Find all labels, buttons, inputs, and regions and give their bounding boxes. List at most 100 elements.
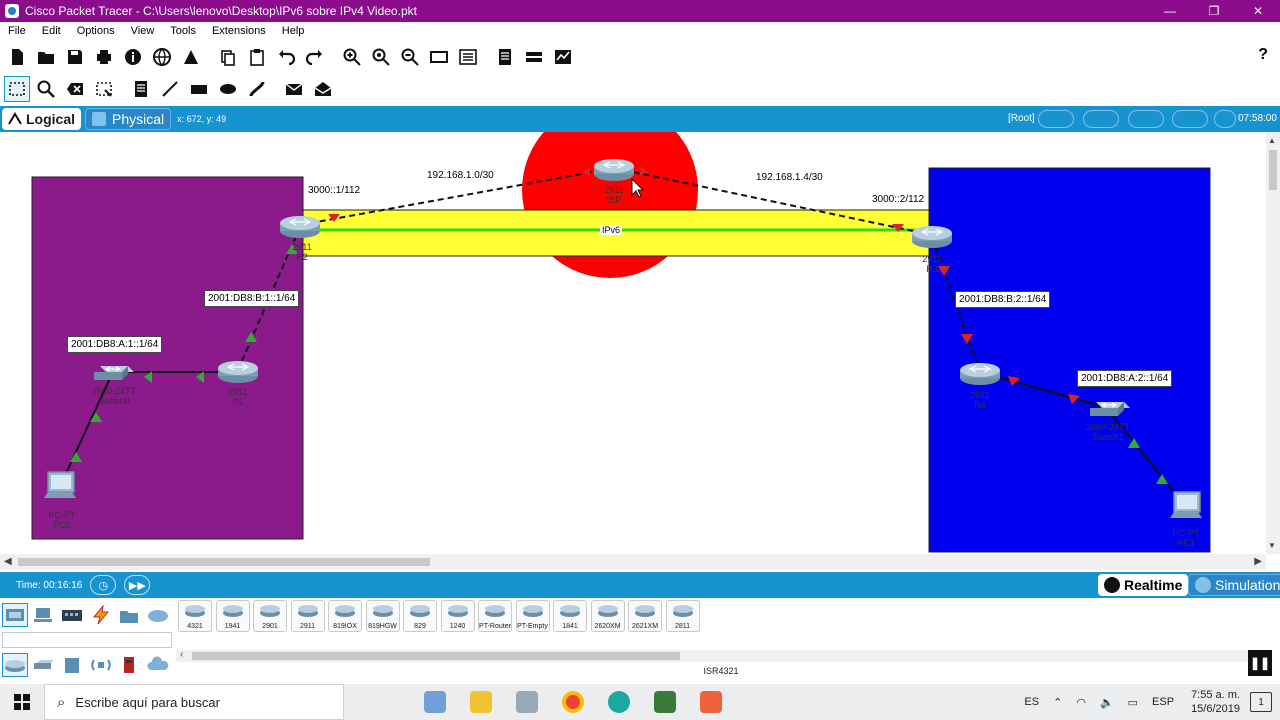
connections-icon[interactable] xyxy=(88,603,114,627)
device-2621xm[interactable]: 2621XM xyxy=(628,600,662,632)
help-button[interactable]: ? xyxy=(1258,46,1268,64)
menu-options[interactable]: Options xyxy=(69,25,123,37)
miscellaneous-icon[interactable] xyxy=(117,603,143,627)
r1-router-icon[interactable] xyxy=(217,360,259,384)
select-icon[interactable] xyxy=(4,76,30,102)
device-829[interactable]: 829 xyxy=(403,600,437,632)
zoom-out-icon[interactable] xyxy=(397,44,423,70)
device-list-scrollbar[interactable]: ‹ xyxy=(176,649,1266,662)
device-pt-router[interactable]: PT-Router xyxy=(478,600,512,632)
workspace-horizontal-scrollbar[interactable]: ◀ ▶ xyxy=(0,554,1266,570)
pc1-icon[interactable] xyxy=(1169,491,1203,519)
taskbar-app-recorder-icon[interactable] xyxy=(688,684,734,720)
simulation-mode-button[interactable]: Simulation xyxy=(1188,574,1280,596)
move-object-icon[interactable] xyxy=(1083,110,1119,128)
paste-icon[interactable] xyxy=(244,44,270,70)
menu-help[interactable]: Help xyxy=(274,25,313,37)
add-complex-pdu-icon[interactable] xyxy=(310,76,336,102)
root-breadcrumb[interactable]: [Root] xyxy=(1008,113,1035,124)
maximize-button[interactable]: ❐ xyxy=(1192,0,1236,22)
zoom-in-icon[interactable] xyxy=(339,44,365,70)
tray-overflow-icon[interactable]: ⌃ xyxy=(1053,696,1062,709)
routers-icon[interactable] xyxy=(2,653,28,677)
set-tiled-background-icon[interactable] xyxy=(1128,110,1164,128)
logical-tab[interactable]: Logical xyxy=(2,108,82,130)
device-2620xm[interactable]: 2620XM xyxy=(590,600,625,632)
logical-workspace[interactable]: 192.168.1.0/30 192.168.1.4/30 3000::1/11… xyxy=(0,132,1266,554)
draw-ellipse-icon[interactable] xyxy=(215,76,241,102)
device-2811[interactable]: 2811 xyxy=(665,600,700,632)
physical-tab[interactable]: Physical xyxy=(85,108,172,130)
windows-start-icon[interactable] xyxy=(0,684,44,720)
menu-view[interactable]: View xyxy=(123,25,163,37)
device-scroll-thumb[interactable] xyxy=(192,652,680,660)
menu-file[interactable]: File xyxy=(0,25,34,37)
device-scroll-left-icon[interactable]: ‹ xyxy=(180,649,183,660)
custom-device-icon[interactable] xyxy=(455,44,481,70)
pc0-icon[interactable] xyxy=(43,471,77,499)
input-language[interactable]: ES xyxy=(1024,696,1039,708)
switches-icon[interactable] xyxy=(31,653,57,677)
taskbar-app-packet-tracer-icon[interactable] xyxy=(504,684,550,720)
scroll-right-icon[interactable]: ▶ xyxy=(1254,556,1262,567)
menu-edit[interactable]: Edit xyxy=(34,25,69,37)
battery-icon[interactable]: ▭ xyxy=(1128,696,1138,709)
scroll-left-icon[interactable]: ◀ xyxy=(4,556,12,567)
open-folder-icon[interactable] xyxy=(33,44,59,70)
copy-icon[interactable] xyxy=(215,44,241,70)
taskbar-app-camtasia-icon[interactable] xyxy=(642,684,688,720)
device-819hgw[interactable]: 819HGW xyxy=(365,600,400,632)
notes-icon[interactable] xyxy=(492,44,518,70)
new-file-icon[interactable] xyxy=(4,44,30,70)
horizontal-scroll-thumb[interactable] xyxy=(18,558,430,566)
volume-icon[interactable]: 🔈 xyxy=(1100,696,1114,709)
r4-router-icon[interactable] xyxy=(959,362,1001,386)
power-cycle-icon[interactable]: ◷ xyxy=(90,575,117,595)
activity-wizard-icon[interactable] xyxy=(178,44,204,70)
device-4321[interactable]: 4321 xyxy=(178,600,212,632)
device-template-icon[interactable] xyxy=(521,44,547,70)
freeform-icon[interactable] xyxy=(244,76,270,102)
print-icon[interactable] xyxy=(91,44,117,70)
taskbar-app-notepad-icon[interactable] xyxy=(412,684,458,720)
isp-router-icon[interactable] xyxy=(593,158,635,182)
scroll-up-icon[interactable]: ▲ xyxy=(1268,136,1276,145)
draw-line-icon[interactable] xyxy=(157,76,183,102)
wifi-icon[interactable]: ◠ xyxy=(1076,696,1086,709)
device-1841[interactable]: 1841 xyxy=(553,600,587,632)
info-icon[interactable] xyxy=(120,44,146,70)
drawing-palette-icon[interactable] xyxy=(426,44,452,70)
device-2901[interactable]: 2901 xyxy=(253,600,287,632)
realtime-mode-button[interactable]: Realtime xyxy=(1098,574,1189,596)
keyboard-layout[interactable]: ESP xyxy=(1152,696,1174,708)
notification-center-icon[interactable]: 1 xyxy=(1250,692,1272,712)
draw-rectangle-icon[interactable] xyxy=(186,76,212,102)
place-note-icon[interactable] xyxy=(128,76,154,102)
menu-tools[interactable]: Tools xyxy=(162,25,204,37)
device-2911[interactable]: 2911 xyxy=(290,600,325,632)
taskbar-app-file-explorer-icon[interactable] xyxy=(458,684,504,720)
hubs-icon[interactable] xyxy=(59,653,85,677)
close-button[interactable]: ✕ xyxy=(1236,0,1280,22)
fast-forward-icon[interactable]: ▶▶ xyxy=(124,575,151,595)
vertical-scroll-thumb[interactable] xyxy=(1269,150,1277,190)
minimize-button[interactable]: — xyxy=(1148,0,1192,22)
multiuser-icon[interactable] xyxy=(145,603,171,627)
viewport-icon[interactable] xyxy=(1172,110,1208,128)
inspect-icon[interactable] xyxy=(33,76,59,102)
wan-emulation-icon[interactable] xyxy=(145,653,171,677)
taskbar-app-edge-icon[interactable] xyxy=(596,684,642,720)
zoom-reset-icon[interactable] xyxy=(368,44,394,70)
workspace-vertical-scrollbar[interactable]: ▲ ▼ xyxy=(1266,132,1280,554)
r2-router-icon[interactable] xyxy=(279,215,321,239)
taskbar-app-chrome-icon[interactable] xyxy=(550,684,596,720)
network-devices-icon[interactable] xyxy=(2,603,28,627)
r3-router-icon[interactable] xyxy=(911,225,953,249)
redo-icon[interactable] xyxy=(302,44,328,70)
device-pt-empty[interactable]: PT-Empty xyxy=(515,600,550,632)
scroll-down-icon[interactable]: ▼ xyxy=(1268,541,1276,550)
environment-icon[interactable] xyxy=(1214,110,1236,128)
undo-icon[interactable] xyxy=(273,44,299,70)
device-1240[interactable]: 1240 xyxy=(440,600,475,632)
pause-icon[interactable]: ❚❚ xyxy=(1248,650,1272,676)
